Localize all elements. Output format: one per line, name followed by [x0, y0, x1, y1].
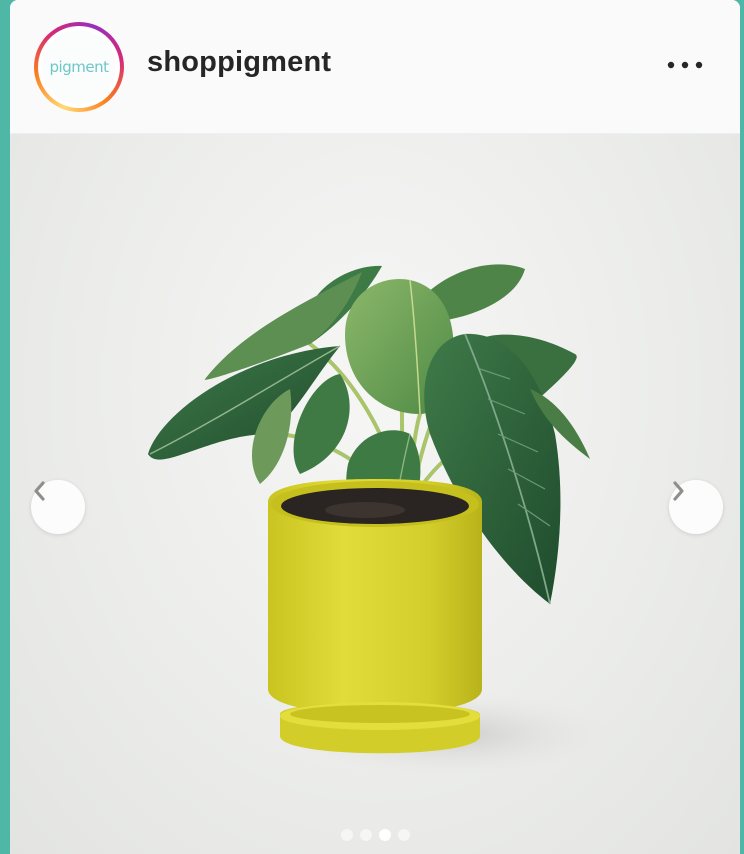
post-username[interactable]: shoppigment	[147, 46, 331, 79]
carousel-dot	[359, 829, 372, 841]
post-header: pigment shoppigment	[10, 0, 740, 134]
instagram-post-card: pigment shoppigment	[10, 0, 740, 854]
plant-photo-illustration	[148, 264, 610, 776]
chevron-right-icon	[673, 481, 684, 501]
avatar[interactable]: pigment	[34, 22, 124, 112]
carousel-dot	[397, 829, 410, 841]
avatar-border: pigment	[38, 26, 120, 108]
more-options-button[interactable]	[660, 50, 710, 80]
more-horizontal-icon	[667, 61, 703, 69]
carousel-next-button[interactable]	[669, 480, 723, 534]
carousel-indicator	[10, 827, 740, 843]
avatar-logo: pigment	[42, 30, 116, 104]
carousel-prev-button[interactable]	[31, 480, 85, 534]
carousel-dot	[340, 829, 353, 841]
carousel-dot-active	[378, 829, 391, 841]
chevron-left-icon	[34, 481, 45, 501]
avatar-logo-text: pigment	[49, 58, 109, 76]
post-photo[interactable]	[10, 134, 740, 854]
